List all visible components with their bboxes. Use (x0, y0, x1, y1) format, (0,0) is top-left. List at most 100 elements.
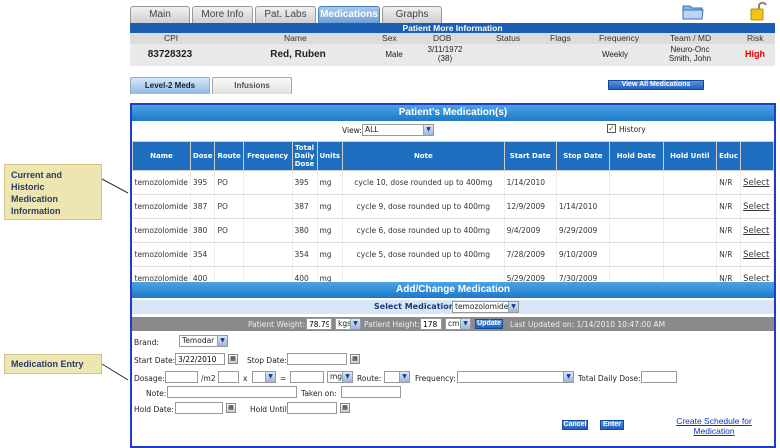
create-schedule-link-line1: Create Schedule for (676, 416, 752, 426)
patient-cpi: 83728323 (147, 49, 193, 60)
patient-dob: 3/11/1972 (427, 45, 463, 54)
cell-dose: 380 (190, 218, 216, 243)
tab-pat-labs[interactable]: Pat. Labs (255, 6, 316, 23)
hold-date-label: Hold Date: (134, 405, 174, 414)
cell-educ: N/R (716, 242, 742, 267)
note-input[interactable] (167, 386, 297, 398)
col-dose: Dose (189, 141, 216, 171)
height-label: Patient Height: (364, 320, 420, 329)
chevron-down-icon: ▼ (217, 336, 227, 346)
cell-hold_until (663, 242, 718, 267)
cell-name: temozolomide (132, 170, 191, 195)
cell-hold (609, 194, 664, 219)
label-sex: Sex (382, 33, 397, 43)
weight-input[interactable] (306, 318, 332, 330)
callout-line: Historic (11, 182, 45, 192)
dosage-input[interactable] (165, 371, 198, 383)
view-label: View: (342, 126, 362, 135)
view-all-medications-button[interactable]: View All Medications (608, 80, 704, 90)
cell-hold_until (663, 218, 718, 243)
label-cpi: CPI (164, 33, 179, 43)
patient-md: Smith, John (668, 54, 712, 63)
frequency-select[interactable]: ▼ (457, 371, 574, 383)
brand-select[interactable]: Temodar ▼ (179, 335, 228, 347)
hold-until-input[interactable] (287, 402, 337, 414)
view-select-value: ALL (365, 125, 379, 134)
col-units: Units (316, 141, 344, 171)
table-row: temozolomide 380 PO 380 mg cycle 6, dose roun… (132, 218, 774, 243)
chevron-down-icon: ▼ (399, 372, 409, 382)
patient-header-values: 83728323 Red, Ruben Male 3/11/1972 (38) … (130, 44, 775, 66)
select-medication-bar: Select Medication: temozolomide ▼ (132, 300, 774, 314)
col-note: Note (342, 141, 505, 171)
multiplier-select[interactable]: ▼ (252, 371, 276, 383)
select-link[interactable]: Select (740, 170, 774, 195)
dosage-factor-input[interactable] (218, 371, 239, 383)
chevron-down-icon: ▼ (265, 372, 275, 382)
update-button[interactable]: Update (475, 319, 503, 329)
start-date-input[interactable] (175, 353, 225, 365)
tab-medications[interactable]: Medications (318, 6, 380, 23)
cell-units: mg (317, 218, 344, 243)
chevron-down-icon: ▼ (423, 125, 433, 135)
view-select[interactable]: ALL ▼ (362, 124, 434, 136)
taken-on-label: Taken on: (301, 389, 337, 398)
cell-start: 1/14/2010 (504, 170, 557, 195)
tab-main[interactable]: Main (130, 6, 190, 23)
cell-note: cycle 6, dose rounded up to 400mg (342, 218, 505, 243)
tab-graphs[interactable]: Graphs (382, 6, 442, 23)
cell-frequency (243, 170, 293, 195)
select-medication-dropdown[interactable]: temozolomide ▼ (452, 301, 519, 313)
taken-on-input[interactable] (341, 386, 401, 398)
col-action (740, 141, 774, 171)
stop-date-input[interactable] (287, 353, 347, 365)
select-link[interactable]: Select (740, 218, 774, 243)
select-link[interactable]: Select (740, 194, 774, 219)
weight-unit-select[interactable]: kgs ▼ (335, 318, 361, 330)
cell-hold_until (663, 194, 718, 219)
table-row: temozolomide 387 PO 387 mg cycle 9, dose roun… (132, 194, 774, 219)
cell-hold_until (663, 170, 718, 195)
subtab-infusions[interactable]: Infusions (212, 77, 292, 94)
patient-header-labels: CPI Name Sex DOB Status Flags Frequency … (130, 33, 775, 44)
calendar-icon[interactable]: ▦ (226, 403, 236, 413)
cancel-button[interactable]: Cancel (562, 420, 588, 430)
stop-date-label: Stop Date: (247, 356, 287, 365)
patient-frequency: Weekly (601, 50, 629, 59)
callout-line: Current and (11, 170, 63, 180)
label-status: Status (496, 33, 521, 43)
dose-unit-select[interactable]: mg ▼ (327, 371, 353, 383)
folder-icon[interactable] (682, 2, 704, 20)
tab-more-info[interactable]: More Info (192, 6, 253, 23)
calendar-icon[interactable]: ▦ (228, 354, 238, 364)
medications-table: Name Dose Route Frequency Total Daily Do… (132, 141, 774, 291)
dose-result-input[interactable] (290, 371, 324, 383)
cell-note: cycle 10, dose rounded up to 400mg (342, 170, 505, 195)
label-risk: Risk (747, 33, 764, 43)
history-checkbox[interactable]: ✓ (607, 124, 616, 133)
table-row: temozolomide 395 PO 395 mg cycle 10, dose rou… (132, 170, 774, 195)
unlock-icon[interactable] (749, 0, 767, 22)
calendar-icon[interactable]: ▦ (350, 354, 360, 364)
select-link[interactable]: Select (740, 242, 774, 267)
label-name: Name (284, 33, 307, 43)
hold-date-input[interactable] (175, 402, 223, 414)
route-select[interactable]: ▼ (384, 371, 410, 383)
cell-note: cycle 5, dose rounded up to 400mg (342, 242, 505, 267)
cell-stop: 1/14/2010 (556, 194, 611, 219)
total-daily-dose-input[interactable] (641, 371, 677, 383)
patient-name: Red, Ruben (270, 49, 326, 60)
enter-button[interactable]: Enter (600, 420, 624, 430)
height-unit-select[interactable]: cm ▼ (445, 318, 471, 330)
cell-units: mg (317, 194, 344, 219)
height-input[interactable] (420, 318, 442, 330)
create-schedule-link[interactable]: Create Schedule for Medication (660, 416, 768, 436)
patient-sex: Male (385, 50, 403, 59)
calendar-icon[interactable]: ▦ (340, 403, 350, 413)
col-total-daily-dose: Total Daily Dose (291, 141, 318, 171)
cell-units: mg (317, 170, 344, 195)
subtab-level2-meds[interactable]: Level-2 Meds (130, 77, 210, 94)
equals-label: = (280, 374, 287, 383)
col-route: Route (214, 141, 244, 171)
note-label: Note: (146, 389, 167, 398)
